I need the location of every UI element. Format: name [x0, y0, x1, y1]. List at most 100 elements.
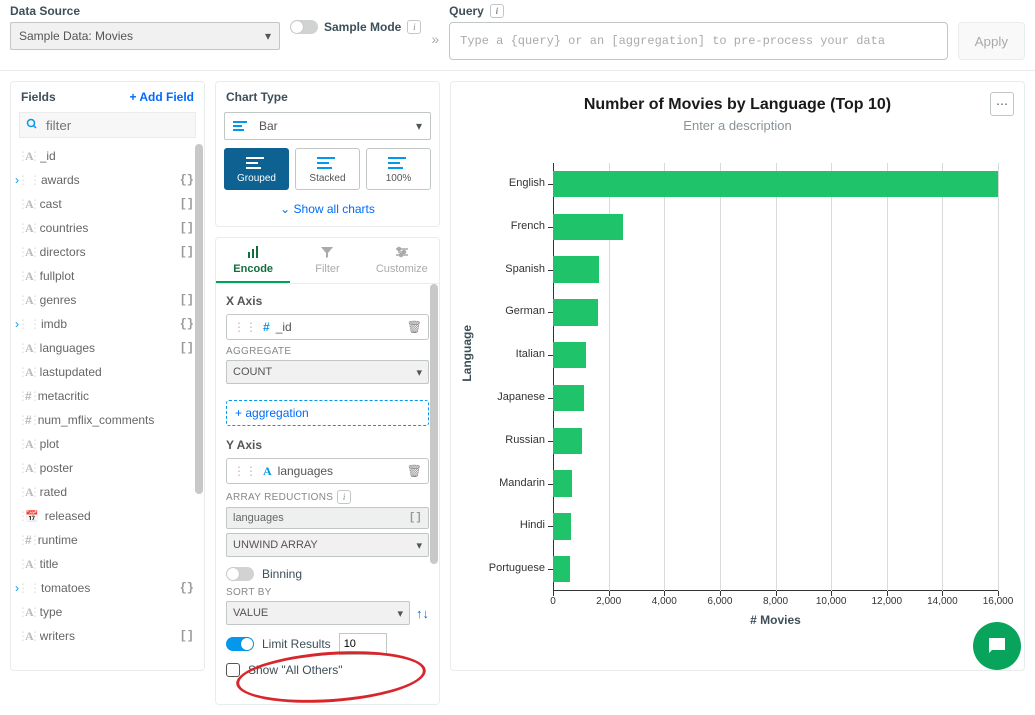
drag-handle-icon[interactable]: ⋮⋮: [233, 464, 257, 478]
drag-handle-icon[interactable]: ⋮⋮: [17, 461, 41, 475]
sample-mode-toggle[interactable]: [290, 20, 318, 34]
fields-list: ⋮⋮A_id›⋮⋮awards{}⋮⋮Acast[]⋮⋮Acountries[]…: [11, 144, 204, 670]
drag-handle-icon[interactable]: ⋮⋮: [17, 605, 41, 619]
fields-title: Fields: [21, 90, 56, 104]
drag-handle-icon[interactable]: ⋮⋮: [17, 413, 41, 427]
query-input[interactable]: Type a {query} or an [aggregation] to pr…: [449, 22, 948, 60]
field-row[interactable]: ⋮⋮Aplot: [11, 432, 204, 456]
field-row[interactable]: ⋮⋮#runtime: [11, 528, 204, 552]
drag-handle-icon[interactable]: ⋮⋮: [17, 197, 41, 211]
scrollbar[interactable]: [429, 284, 439, 704]
tab-encode[interactable]: Encode: [216, 238, 290, 283]
bar[interactable]: [553, 428, 582, 455]
chart-type-select[interactable]: Bar ▾: [224, 112, 431, 140]
drag-handle-icon[interactable]: ⋮⋮: [17, 437, 41, 451]
drag-handle-icon[interactable]: ⋮⋮: [17, 221, 41, 235]
drag-handle-icon[interactable]: ⋮⋮: [17, 389, 41, 403]
bar[interactable]: [553, 214, 623, 241]
info-icon[interactable]: i: [337, 490, 351, 504]
field-row[interactable]: ⋮⋮A_id: [11, 144, 204, 168]
field-row[interactable]: ⋮⋮Agenres[]: [11, 288, 204, 312]
drag-handle-icon[interactable]: ⋮⋮: [17, 173, 41, 187]
drag-handle-icon[interactable]: ⋮⋮: [17, 245, 41, 259]
drag-handle-icon[interactable]: ⋮⋮: [17, 269, 41, 283]
y-axis-field-chip[interactable]: ⋮⋮ A languages 🗑: [226, 458, 429, 484]
field-row[interactable]: ⋮⋮Adirectors[]: [11, 240, 204, 264]
delete-icon[interactable]: 🗑: [407, 320, 422, 334]
field-row[interactable]: ›⋮⋮imdb{}: [11, 312, 204, 336]
field-row[interactable]: ⋮⋮Alastupdated: [11, 360, 204, 384]
drag-handle-icon[interactable]: ⋮⋮: [17, 485, 41, 499]
bar[interactable]: [553, 256, 599, 283]
field-row[interactable]: ⋮⋮Aposter: [11, 456, 204, 480]
field-row[interactable]: ⋮⋮Awriters[]: [11, 624, 204, 648]
add-field-button[interactable]: + Add Field: [129, 90, 194, 104]
bar[interactable]: [553, 556, 570, 583]
drag-handle-icon[interactable]: ⋮⋮: [17, 341, 41, 355]
field-name: tomatoes: [41, 581, 174, 595]
drag-handle-icon[interactable]: ⋮⋮: [17, 149, 41, 163]
drag-handle-icon[interactable]: ⋮⋮: [17, 557, 41, 571]
show-all-others-checkbox[interactable]: [226, 663, 240, 677]
show-all-charts-link[interactable]: ⌄ Show all charts: [216, 198, 439, 226]
layout-100%-button[interactable]: 100%: [366, 148, 431, 190]
limit-results-input[interactable]: [339, 633, 387, 655]
field-row[interactable]: ›⋮⋮awards{}: [11, 168, 204, 192]
fields-filter[interactable]: [19, 112, 196, 138]
scrollbar-thumb[interactable]: [430, 284, 438, 564]
type-badge: []: [180, 629, 194, 643]
sort-direction-button[interactable]: ↑↓: [416, 606, 429, 621]
field-row[interactable]: ⋮⋮Atitle: [11, 552, 204, 576]
field-row[interactable]: ⋮⋮Alanguages[]: [11, 336, 204, 360]
field-row[interactable]: ⋮⋮Arated: [11, 480, 204, 504]
tab-filter[interactable]: Filter: [290, 238, 364, 283]
layout-grouped-button[interactable]: Grouped: [224, 148, 289, 190]
x-axis-field-chip[interactable]: ⋮⋮ # _id 🗑: [226, 314, 429, 340]
chart-title[interactable]: Number of Movies by Language (Top 10): [461, 96, 1014, 114]
bar[interactable]: [553, 171, 998, 198]
help-chat-button[interactable]: [973, 622, 1021, 670]
array-field-display: languages []: [226, 507, 429, 529]
info-icon[interactable]: i: [490, 4, 504, 18]
drag-handle-icon[interactable]: ⋮⋮: [17, 533, 41, 547]
apply-button[interactable]: Apply: [958, 22, 1025, 60]
array-reduction-select[interactable]: UNWIND ARRAY ▾: [226, 533, 429, 557]
delete-icon[interactable]: 🗑: [407, 464, 422, 478]
drag-handle-icon[interactable]: ⋮⋮: [17, 317, 41, 331]
bar[interactable]: [553, 342, 586, 369]
category-label: Italian: [516, 348, 553, 360]
chart-menu-button[interactable]: ⋯: [990, 92, 1014, 116]
field-row[interactable]: ⋮⋮#num_mflix_comments: [11, 408, 204, 432]
category-label: German: [505, 305, 553, 317]
bar[interactable]: [553, 470, 572, 497]
aggregate-select[interactable]: COUNT ▾: [226, 360, 429, 384]
add-aggregation-button[interactable]: + aggregation: [226, 400, 429, 426]
data-source-select[interactable]: Sample Data: Movies ▾: [10, 22, 280, 50]
drag-handle-icon[interactable]: ⋮⋮: [17, 629, 41, 643]
layout-stacked-button[interactable]: Stacked: [295, 148, 360, 190]
field-row[interactable]: ⋮⋮Atype: [11, 600, 204, 624]
drag-handle-icon[interactable]: ⋮⋮: [17, 365, 41, 379]
bar[interactable]: [553, 299, 598, 326]
tab-customize[interactable]: Customize: [365, 238, 439, 283]
field-name: languages: [40, 341, 174, 355]
bar[interactable]: [553, 513, 571, 540]
chart-description[interactable]: Enter a description: [461, 118, 1014, 133]
drag-handle-icon[interactable]: ⋮⋮: [17, 293, 41, 307]
chevron-down-icon: ▾: [265, 29, 271, 43]
sort-by-select[interactable]: VALUE ▾: [226, 601, 410, 625]
drag-handle-icon[interactable]: ⋮⋮: [17, 509, 41, 523]
bar[interactable]: [553, 385, 584, 412]
field-row[interactable]: ⋮⋮Afullplot: [11, 264, 204, 288]
field-row[interactable]: ⋮⋮#metacritic: [11, 384, 204, 408]
binning-toggle[interactable]: [226, 567, 254, 581]
field-row[interactable]: ⋮⋮Acountries[]: [11, 216, 204, 240]
drag-handle-icon[interactable]: ⋮⋮: [17, 581, 41, 595]
drag-handle-icon[interactable]: ⋮⋮: [233, 320, 257, 334]
limit-results-toggle[interactable]: [226, 637, 254, 651]
field-row[interactable]: ⋮⋮📅released: [11, 504, 204, 528]
field-row[interactable]: ›⋮⋮tomatoes{}: [11, 576, 204, 600]
field-row[interactable]: ⋮⋮Acast[]: [11, 192, 204, 216]
fields-filter-input[interactable]: [44, 117, 225, 134]
info-icon[interactable]: i: [407, 20, 421, 34]
